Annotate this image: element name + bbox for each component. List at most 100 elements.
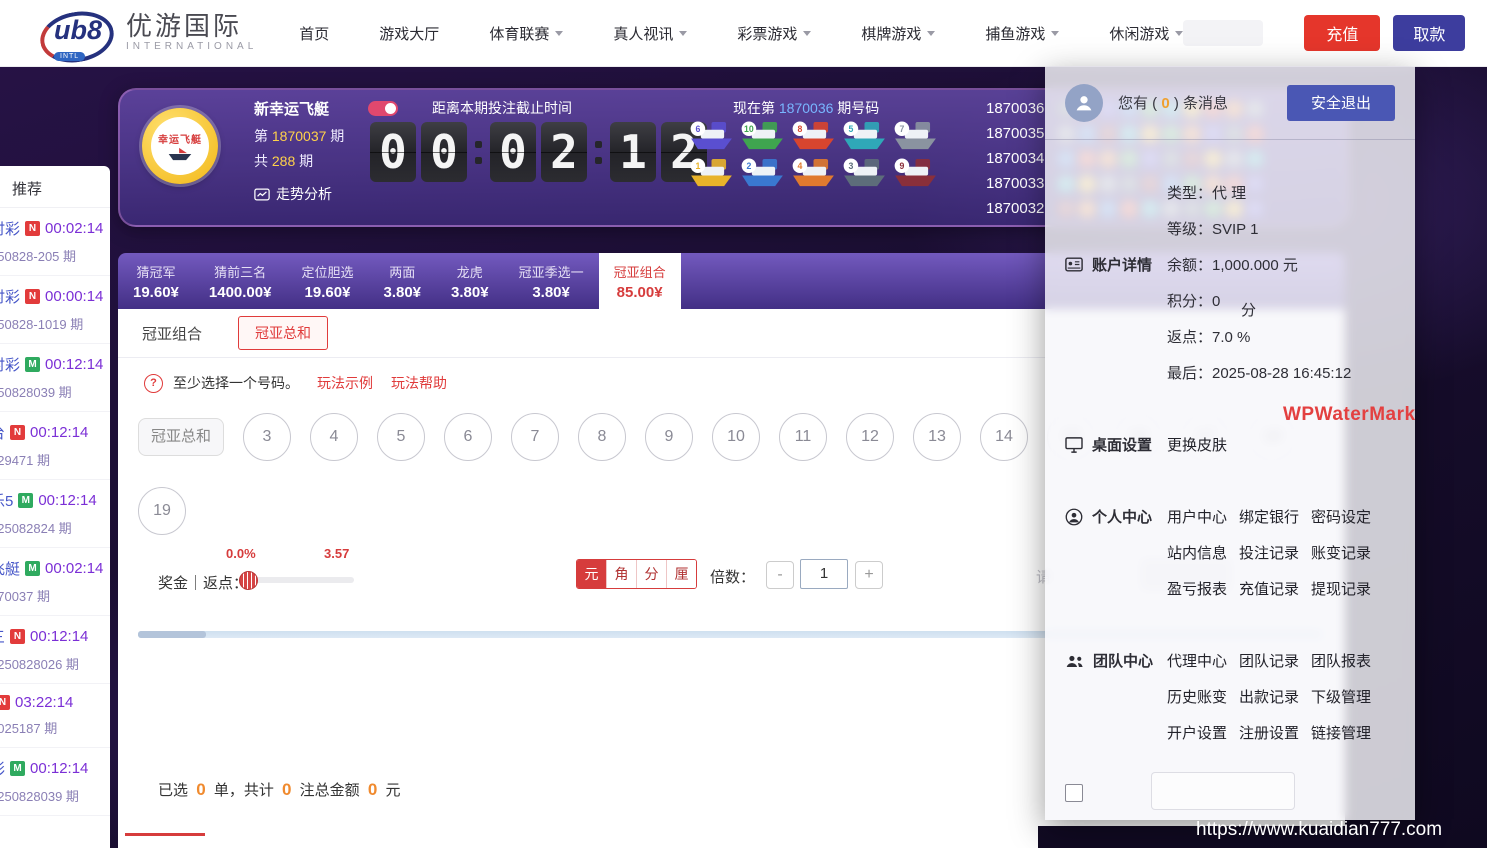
number-ball-14[interactable]: 14 [980,413,1028,461]
personal-link-投注记录[interactable]: 投注记录 [1239,542,1299,563]
nav-item-3[interactable]: 真人视讯 [613,23,688,44]
boat-number-4: 4 [790,157,839,192]
lottery-list-item[interactable]: 台N 00:12:14 829471 期 [0,412,110,480]
multiplier-minus-button[interactable]: - [766,561,794,589]
message-count-text[interactable]: 您有 ( 0 ) 条消息 [1118,92,1228,113]
lottery-list-item[interactable]: 时彩 N 00:00:14 250828-1019 期 [0,276,110,344]
bet-tab-price: 85.00¥ [616,283,663,301]
unit-元[interactable]: 元 [577,560,606,588]
lottery-list-item[interactable]: 乐5 M 00:12:14 025082824 期 [0,480,110,548]
unit-分[interactable]: 分 [636,560,666,588]
lottery-list-item[interactable]: 彩M 00:12:14 0250828039 期 [0,748,110,816]
number-ball-13[interactable]: 13 [913,413,961,461]
personal-link-提现记录[interactable]: 提现记录 [1311,578,1371,599]
withdraw-button[interactable]: 取款 [1393,15,1466,51]
personal-link-绑定银行[interactable]: 绑定银行 [1239,506,1299,527]
number-ball-19[interactable]: 19 [138,487,186,535]
boat-number-7: 7 [892,120,941,155]
number-ball-5[interactable]: 5 [377,413,425,461]
panel-checkbox[interactable] [1065,784,1083,802]
multiplier-input[interactable]: 1 [800,559,848,589]
desktop-section-title: 桌面设置 [1065,434,1152,455]
bet-tab-冠亚季选一[interactable]: 冠亚季选一 3.80¥ [504,253,599,309]
nav-item-7[interactable]: 休闲游戏 [1109,23,1184,44]
account-section-label: 账户详情 [1092,257,1153,274]
bet-tab-定位胆选[interactable]: 定位胆选 19.60¥ [286,253,368,309]
number-ball-4[interactable]: 4 [310,413,358,461]
site-logo[interactable]: ub8 INTL 优游国际 INTERNATIONAL [36,5,257,69]
nav-item-2[interactable]: 体育联赛 [489,23,564,44]
unit-厘[interactable]: 厘 [666,560,696,588]
number-ball-10[interactable]: 10 [712,413,760,461]
chevron-down-icon [1175,30,1184,36]
trend-label: 走势分析 [276,186,332,202]
rebate-slider[interactable] [239,571,354,590]
multiplier-plus-button[interactable]: + [855,561,883,589]
bet-tab-猜冠军[interactable]: 猜冠军 19.60¥ [118,253,194,309]
period-text: 2025187 期 [0,721,58,736]
lottery-item-top: 飞艇 M 00:02:14 [0,558,108,579]
change-skin-link[interactable]: 更换皮肤 [1167,434,1227,455]
number-ball-9[interactable]: 9 [645,413,693,461]
lottery-list-item[interactable]: 飞艇 M 00:02:14 870037 期 [0,548,110,616]
nav-item-label: 彩票游戏 [737,25,798,43]
personal-link-账变记录[interactable]: 账变记录 [1311,542,1371,563]
bet-tab-price: 3.80¥ [383,283,422,301]
trend-analysis-link[interactable]: 走势分析 [254,184,332,204]
team-link-开户设置[interactable]: 开户设置 [1167,722,1227,743]
number-ball-12[interactable]: 12 [846,413,894,461]
number-ball-7[interactable]: 7 [511,413,559,461]
number-ball-8[interactable]: 8 [578,413,626,461]
sidebar-title: 推荐 [0,166,110,208]
personal-link-用户中心[interactable]: 用户中心 [1167,506,1227,527]
team-link-团队报表[interactable]: 团队报表 [1311,650,1371,671]
bet-tab-龙虎[interactable]: 龙虎 3.80¥ [436,253,504,309]
scrollbar-thumb[interactable] [138,631,206,638]
slider-handle[interactable] [239,571,258,590]
play-example-link[interactable]: 玩法示例 [317,373,373,393]
lottery-item-top: 乐5 M 00:12:14 [0,490,108,511]
nav-item-1[interactable]: 游戏大厅 [379,23,439,44]
unit-角[interactable]: 角 [606,560,636,588]
sound-toggle[interactable] [368,101,398,116]
lottery-list-item[interactable]: N 03:22:14 2025187 期 [0,684,110,748]
personal-link-充值记录[interactable]: 充值记录 [1239,578,1299,599]
personal-link-密码设定[interactable]: 密码设定 [1311,506,1371,527]
play-help-link[interactable]: 玩法帮助 [391,373,447,393]
number-ball-3[interactable]: 3 [243,413,291,461]
deposit-button[interactable]: 充值 [1304,15,1381,51]
boat-number-10: 10 [739,120,788,155]
team-link-下级管理[interactable]: 下级管理 [1311,686,1371,707]
covered-panel-button[interactable] [1151,772,1295,810]
lottery-list-item[interactable]: 三N 00:12:14 0250828026 期 [0,616,110,684]
bet-tab-两面[interactable]: 两面 3.80¥ [368,253,436,309]
nav-item-4[interactable]: 彩票游戏 [737,23,812,44]
team-link-注册设置[interactable]: 注册设置 [1239,722,1299,743]
bet-tab-猜前三名[interactable]: 猜前三名 1400.00¥ [194,253,287,309]
nav-item-label: 体育联赛 [489,25,550,43]
avatar[interactable] [1065,83,1103,122]
team-link-团队记录[interactable]: 团队记录 [1239,650,1299,671]
boat-number-6: 6 [688,120,737,155]
team-link-代理中心[interactable]: 代理中心 [1167,650,1227,671]
lottery-list-item[interactable]: 时彩 M 00:12:14 250828039 期 [0,344,110,412]
team-link-链接管理[interactable]: 链接管理 [1311,722,1371,743]
number-ball-6[interactable]: 6 [444,413,492,461]
personal-link-站内信息[interactable]: 站内信息 [1167,542,1227,563]
number-ball-11[interactable]: 11 [779,413,827,461]
svg-text:5: 5 [848,124,853,134]
team-link-出款记录[interactable]: 出款记录 [1239,686,1299,707]
nav-item-6[interactable]: 捕鱼游戏 [985,23,1060,44]
subtab-guanya-zonghe[interactable]: 冠亚总和 [238,316,329,350]
current-bet-period: 第 1870037 期 [254,126,344,146]
nav-item-0[interactable]: 首页 [299,23,329,44]
nav-item-5[interactable]: 棋牌游戏 [861,23,936,44]
team-link-历史账变[interactable]: 历史账变 [1167,686,1227,707]
personal-link-盈亏报表[interactable]: 盈亏报表 [1167,578,1227,599]
lottery-item-top: 时彩 N 00:00:14 [0,286,108,307]
bet-tab-冠亚组合[interactable]: 冠亚组合 85.00¥ [598,253,681,309]
countdown-label: 距离本期投注截止时间 [432,100,572,116]
nav-item-label: 真人视讯 [613,25,674,43]
lottery-list-item[interactable]: 时彩 N 00:02:14 250828-205 期 [0,208,110,276]
logout-button[interactable]: 安全退出 [1287,84,1395,121]
